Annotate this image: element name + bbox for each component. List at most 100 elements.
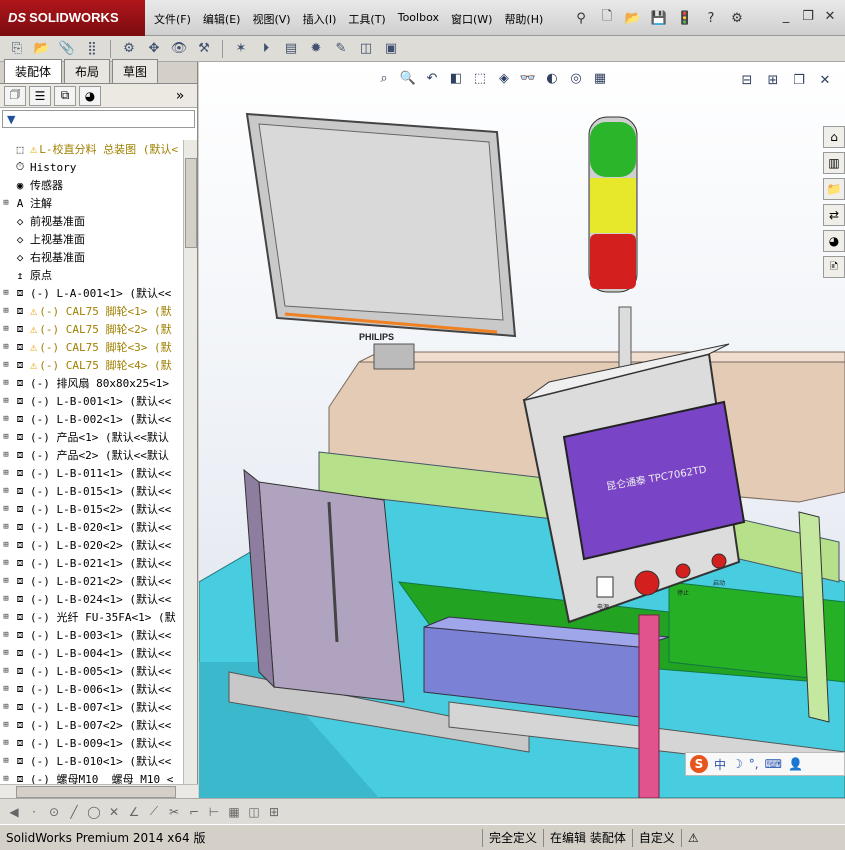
reference-geometry-icon[interactable]: ✶ [230,39,252,59]
menu-file[interactable]: 文件(F) [148,9,197,29]
menu-window[interactable]: 窗口(W) [445,9,498,29]
view-palette-icon[interactable]: ⇄ [823,204,845,226]
tree-item[interactable]: ◉ 传感器 [0,176,182,194]
expand-icon[interactable]: ⊞ [0,630,12,640]
expand-icon[interactable]: ⊞ [0,576,12,586]
expand-icon[interactable]: ⊞ [0,432,12,442]
menu-insert[interactable]: 插入(I) [297,9,343,29]
minimize-icon[interactable]: _ [777,8,795,24]
expand-icon[interactable]: ⊞ [0,684,12,694]
hide-show-items-icon[interactable]: 👓 [518,68,538,88]
user-icon[interactable]: 👤 [788,757,803,771]
close-icon[interactable]: ✕ [821,8,839,24]
expand-icon[interactable]: ⊞ [0,594,12,604]
tree-item[interactable]: ⊞ ⧈ ⚠ (-) CAL75 脚轮<2> (默 [0,320,182,338]
tree-item[interactable]: ◇ 前视基准面 [0,212,182,230]
expand-icon[interactable]: ⊞ [0,612,12,622]
expand-icon[interactable]: ⊞ [0,504,12,514]
tree-horizontal-scrollbar[interactable] [0,784,198,798]
tab-layout[interactable]: 布局 [64,59,111,83]
tree-item[interactable]: ⊞ ⧈ ⚠ (-) CAL75 脚轮<1> (默 [0,302,182,320]
circle-icon[interactable]: ⊙ [44,802,64,822]
trim-icon[interactable]: ✂ [164,802,184,822]
tree-item[interactable]: ⊞ ⧈ (-) L-B-015<2> (默认<< [0,500,182,518]
viewport-split2-icon[interactable]: ⊞ [763,70,783,90]
apply-scene-icon[interactable]: ◎ [566,68,586,88]
exploded-view-icon[interactable]: ✹ [305,39,327,59]
expand-icon[interactable]: ⊞ [0,666,12,676]
tree-item[interactable]: ⊞ ⧈ (-) 光纤 FU-35FA<1> (默 [0,608,182,626]
viewport-close-icon[interactable]: ✕ [815,70,835,90]
tab-sketch[interactable]: 草图 [112,59,159,83]
tree-item[interactable]: ⊞ ⧈ (-) L-B-011<1> (默认<< [0,464,182,482]
expand-icon[interactable]: ⊞ [0,522,12,532]
tree-item[interactable]: ⊞ ⧈ (-) L-B-004<1> (默认<< [0,644,182,662]
tree-item[interactable]: ⊞ ⧈ (-) L-B-002<1> (默认<< [0,410,182,428]
tree-item[interactable]: ⊞ ⧈ (-) L-B-020<2> (默认<< [0,536,182,554]
sogou-icon[interactable]: S [690,755,708,773]
scroll-left-icon[interactable]: ◀ [4,802,24,822]
move-component-icon[interactable]: ✥ [143,39,165,59]
tree-item[interactable]: ⊞ ⧈ (-) L-A-001<1> (默认<< [0,284,182,302]
tree-item[interactable]: ◇ 上视基准面 [0,230,182,248]
expand-icon[interactable]: ⊞ [0,738,12,748]
graphics-area[interactable]: PHILIPS 昆仑通泰 TPC7062TD 电源 停止 启动 ⌕ 🔍 ↶ ◧ … [199,62,845,798]
table-icon[interactable]: ⊞ [264,802,284,822]
tree-item[interactable]: ⬚ ⚠ L-校直分料 总装图 (默认< [0,140,182,158]
new-document-icon[interactable]: 🗋 [596,7,618,29]
viewport-restore-icon[interactable]: ❐ [789,70,809,90]
tree-item[interactable]: ↥ 原点 [0,266,182,284]
new-motion-study-icon[interactable]: ⏵ [255,39,277,59]
appearances-icon[interactable]: ◕ [823,230,845,252]
tree-item[interactable]: ⊞ ⧈ (-) L-B-009<1> (默认<< [0,734,182,752]
interference-icon[interactable]: ▣ [380,39,402,59]
chevron-right-icon[interactable]: » [169,86,191,106]
expand-icon[interactable]: ⊞ [0,342,12,352]
smart-fasteners-icon[interactable]: ⚙ [118,39,140,59]
view-orientation-icon[interactable]: ⬚ [470,68,490,88]
keyboard-icon[interactable]: ⌨ [765,757,782,771]
ime-moon-icon[interactable]: ☽ [732,757,743,771]
tree-item[interactable]: ⊞ ⧈ (-) L-B-021<1> (默认<< [0,554,182,572]
point-icon[interactable]: · [24,802,44,822]
expand-icon[interactable]: ⊞ [0,450,12,460]
corner-icon[interactable]: ⌐ [184,802,204,822]
expand-icon[interactable]: ⊞ [0,396,12,406]
tree-item[interactable]: ⊞ ⧈ ⚠ (-) CAL75 脚轮<4> (默 [0,356,182,374]
tree-item[interactable]: ⊞ ⧈ (-) L-B-003<1> (默认<< [0,626,182,644]
mate-icon[interactable]: 📎 [56,39,78,59]
viewport-split-icon[interactable]: ⊟ [737,70,757,90]
expand-icon[interactable]: ⊞ [0,756,12,766]
tree-item[interactable]: ⊞ ⧈ (-) L-B-010<1> (默认<< [0,752,182,770]
tree-item[interactable]: ⊞ ⧈ (-) 产品<1> (默认<<默认 [0,428,182,446]
edit-component-icon[interactable]: ⎘ [6,39,28,59]
show-hidden-icon[interactable]: 👁 [168,39,190,59]
tree-item[interactable]: ⊞ ⧈ (-) L-B-021<2> (默认<< [0,572,182,590]
previous-view-icon[interactable]: ↶ [422,68,442,88]
home-icon[interactable]: ⌂ [823,126,845,148]
menu-help[interactable]: 帮助(H) [498,9,549,29]
tree-item[interactable]: ⊞ ⧈ (-) 产品<2> (默认<<默认 [0,446,182,464]
tree-item[interactable]: ⏱ History [0,158,182,176]
tree-item[interactable]: ⊞ A 注解 [0,194,182,212]
options-icon[interactable]: ⚙ [726,7,748,29]
menu-edit[interactable]: 编辑(E) [197,9,247,29]
expand-icon[interactable]: ⊞ [0,486,12,496]
expand-icon[interactable]: ⊞ [0,306,12,316]
edit-appearance-icon[interactable]: ◐ [542,68,562,88]
bill-of-materials-icon[interactable]: ▤ [280,39,302,59]
status-rebuild-icon[interactable]: ⚠ [680,828,705,847]
status-units[interactable]: 自定义 [631,828,681,847]
tree-item[interactable]: ⊞ ⧈ (-) L-B-006<1> (默认<< [0,680,182,698]
configuration-manager-icon[interactable]: ⧉ [54,85,76,106]
tree-item[interactable]: ⊞ ⧈ (-) L-B-015<1> (默认<< [0,482,182,500]
tab-assembly[interactable]: 装配体 [4,59,63,83]
expand-icon[interactable]: ⊞ [0,288,12,298]
grid-icon[interactable]: ▦ [224,802,244,822]
expand-icon[interactable]: ⊞ [0,360,12,370]
instant3d-icon[interactable]: ◫ [355,39,377,59]
menu-tools[interactable]: 工具(T) [342,9,391,29]
offset-icon[interactable]: ⟋ [144,802,164,822]
feature-manager-icon[interactable]: 🗇 [4,85,26,106]
display-style-icon[interactable]: ◈ [494,68,514,88]
